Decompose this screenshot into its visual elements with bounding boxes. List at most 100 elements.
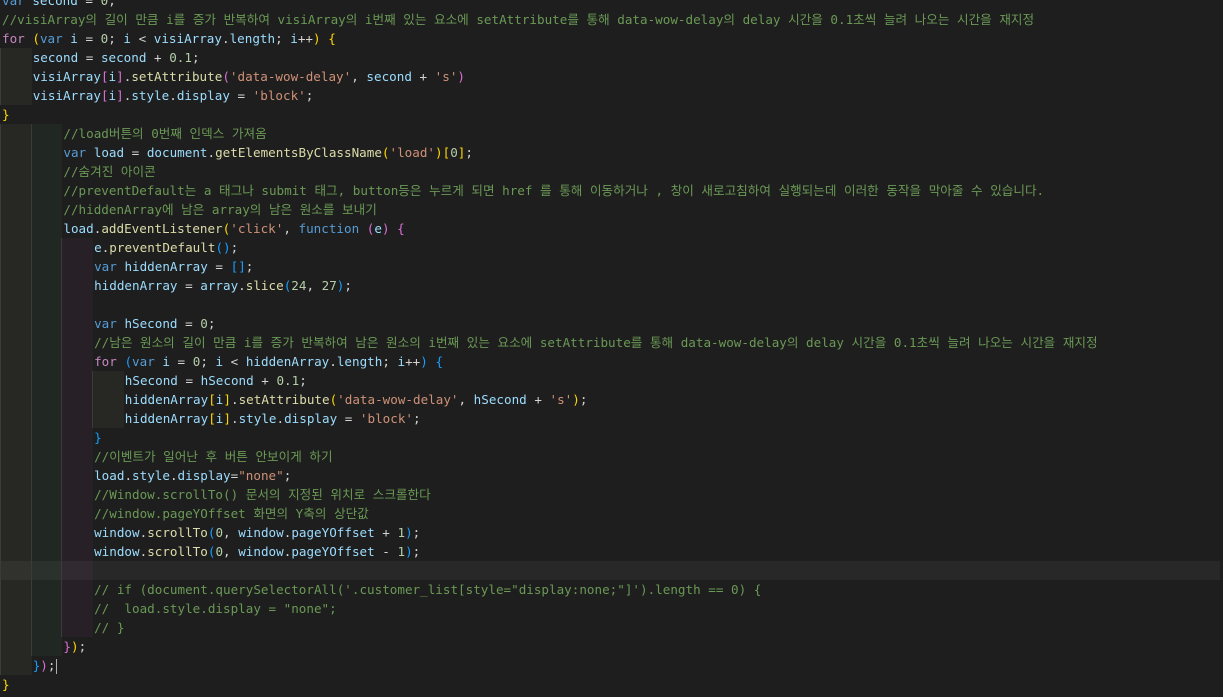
code-token: ) bbox=[572, 392, 580, 407]
code-text: //visiArray의 길이 만큼 i를 증가 반복하여 visiArray의… bbox=[0, 12, 1034, 27]
code-token: preventDefault bbox=[109, 240, 216, 255]
code-line[interactable]: //visiArray의 길이 만큼 i를 증가 반복하여 visiArray의… bbox=[0, 10, 1223, 29]
code-line[interactable]: //남은 원소의 길이 만큼 i를 증가 반복하여 남은 원소의 i번째 있는 … bbox=[0, 333, 1223, 352]
code-token: . bbox=[238, 278, 246, 293]
code-line[interactable]: //preventDefault는 a 태그나 submit 태그, butto… bbox=[0, 181, 1223, 200]
code-line[interactable]: e.preventDefault(); bbox=[0, 238, 1223, 257]
code-line[interactable]: window.scrollTo(0, window.pageYOffset + … bbox=[0, 523, 1223, 542]
code-line[interactable]: hSecond = hSecond + 0.1; bbox=[0, 371, 1223, 390]
code-token: 'data-wow-delay' bbox=[229, 69, 352, 84]
code-line[interactable]: //window.pageYOffset 화면의 Y축의 상단값 bbox=[0, 504, 1223, 523]
indent-guide bbox=[61, 618, 94, 637]
code-line[interactable]: var second = 0; bbox=[0, 0, 1223, 10]
code-text: } bbox=[0, 107, 10, 122]
code-text: //남은 원소의 길이 만큼 i를 증가 반복하여 남은 원소의 i번째 있는 … bbox=[92, 335, 1097, 350]
indent-guide bbox=[0, 295, 32, 314]
code-line[interactable]: var hSecond = 0; bbox=[0, 314, 1223, 333]
code-line[interactable]: second = second + 0.1; bbox=[0, 48, 1223, 67]
code-line[interactable]: // if (document.querySelectorAll('.custo… bbox=[0, 580, 1223, 599]
code-line[interactable]: var hiddenArray = []; bbox=[0, 257, 1223, 276]
indent-guide bbox=[30, 333, 63, 352]
code-token: window bbox=[94, 525, 140, 540]
code-token: ) bbox=[40, 658, 48, 673]
code-token: ; bbox=[230, 240, 239, 255]
code-line[interactable]: //hiddenArray에 남은 array의 남은 원소를 보내기 bbox=[0, 200, 1223, 219]
code-token: ; bbox=[344, 278, 352, 293]
code-token: 'data-wow-delay' bbox=[337, 392, 459, 407]
code-token: . bbox=[169, 468, 178, 483]
code-line[interactable]: for (var i = 0; i < hiddenArray.length; … bbox=[0, 352, 1223, 371]
code-line[interactable]: }); bbox=[0, 656, 1223, 675]
indent-guide bbox=[0, 333, 32, 352]
code-token: ; bbox=[47, 658, 56, 673]
code-token: , bbox=[223, 544, 239, 559]
code-line[interactable]: visiArray[i].style.display = 'block'; bbox=[0, 86, 1223, 105]
code-token: length bbox=[336, 354, 383, 369]
code-line[interactable]: //숨겨진 아이콘 bbox=[0, 162, 1223, 181]
indent-guide bbox=[61, 352, 94, 371]
code-token: hiddenArray bbox=[124, 392, 209, 407]
code-line[interactable]: load.style.display="none"; bbox=[0, 466, 1223, 485]
code-token: i bbox=[397, 354, 406, 369]
code-token: ; bbox=[275, 31, 291, 46]
code-line[interactable]: window.scrollTo(0, window.pageYOffset - … bbox=[0, 542, 1223, 561]
indent-guide bbox=[0, 485, 32, 504]
indent-guide bbox=[0, 276, 32, 295]
code-token: pageYOffset bbox=[291, 544, 375, 559]
code-line[interactable]: // load.style.display = "none"; bbox=[0, 599, 1223, 618]
code-line[interactable]: //load버튼의 0번째 인덱스 가져옴 bbox=[0, 124, 1223, 143]
code-line[interactable]: var load = document.getElementsByClassNa… bbox=[0, 143, 1223, 162]
indent-guide bbox=[30, 466, 63, 485]
code-token: 'load' bbox=[389, 145, 436, 160]
code-line[interactable]: hiddenArray = array.slice(24, 27); bbox=[0, 276, 1223, 295]
code-token: load bbox=[63, 221, 94, 236]
code-line[interactable]: load.addEventListener('click', function … bbox=[0, 219, 1223, 238]
code-token: slice bbox=[245, 278, 284, 293]
code-line[interactable]: hiddenArray[i].style.display = 'block'; bbox=[0, 409, 1223, 428]
indent-guide bbox=[30, 181, 63, 200]
code-line[interactable]: // } bbox=[0, 618, 1223, 637]
code-token: //visiArray의 길이 만큼 i를 증가 반복하여 visiArray의… bbox=[2, 12, 1035, 27]
indent-guide bbox=[0, 162, 32, 181]
indent-guide bbox=[0, 86, 32, 105]
code-token: ) bbox=[405, 544, 413, 559]
code-token: ] bbox=[116, 88, 124, 103]
code-line[interactable] bbox=[0, 295, 1223, 314]
indent-guide bbox=[0, 447, 32, 466]
indent-guide bbox=[0, 371, 32, 390]
code-token: ; bbox=[207, 316, 216, 331]
code-line[interactable]: visiArray[i].setAttribute('data-wow-dela… bbox=[0, 67, 1223, 86]
indent-guide bbox=[61, 599, 94, 618]
indent-guide bbox=[30, 238, 63, 257]
indent-guide bbox=[61, 580, 94, 599]
code-line[interactable] bbox=[0, 561, 1223, 580]
code-token: length bbox=[229, 31, 276, 46]
code-token: = bbox=[229, 88, 253, 103]
code-token: ) bbox=[405, 525, 413, 540]
code-token: 0.1 bbox=[276, 373, 300, 388]
indent-guide bbox=[61, 276, 94, 295]
code-token: for bbox=[94, 354, 117, 369]
code-line[interactable]: //이벤트가 일어난 후 버튼 안보이게 하기 bbox=[0, 447, 1223, 466]
code-line[interactable]: for (var i = 0; i < visiArray.length; i+… bbox=[0, 29, 1223, 48]
code-token: , bbox=[223, 525, 239, 540]
code-token: 24 bbox=[291, 278, 307, 293]
indent-guide bbox=[61, 466, 94, 485]
code-editor[interactable]: var second = 0; //visiArray의 길이 만큼 i를 증가 … bbox=[0, 0, 1223, 697]
code-text: }); bbox=[31, 658, 58, 674]
code-token: 1 bbox=[397, 525, 406, 540]
code-line[interactable]: } bbox=[0, 105, 1223, 124]
code-text: //preventDefault는 a 태그나 submit 태그, butto… bbox=[61, 183, 1044, 198]
code-line[interactable]: //Window.scrollTo() 문서의 지정된 위치로 스크롤한다 bbox=[0, 485, 1223, 504]
code-line[interactable]: } bbox=[0, 675, 1223, 694]
code-token: e bbox=[374, 221, 382, 236]
code-text: //window.pageYOffset 화면의 Y축의 상단값 bbox=[92, 506, 369, 521]
code-token: hiddenArray bbox=[124, 411, 209, 426]
code-line[interactable]: }); bbox=[0, 637, 1223, 656]
code-token: ; bbox=[245, 259, 254, 274]
code-token: ; bbox=[191, 50, 200, 65]
code-token: ( bbox=[222, 69, 230, 84]
code-line[interactable]: hiddenArray[i].setAttribute('data-wow-de… bbox=[0, 390, 1223, 409]
code-token: ; bbox=[108, 31, 124, 46]
code-line[interactable]: } bbox=[0, 428, 1223, 447]
